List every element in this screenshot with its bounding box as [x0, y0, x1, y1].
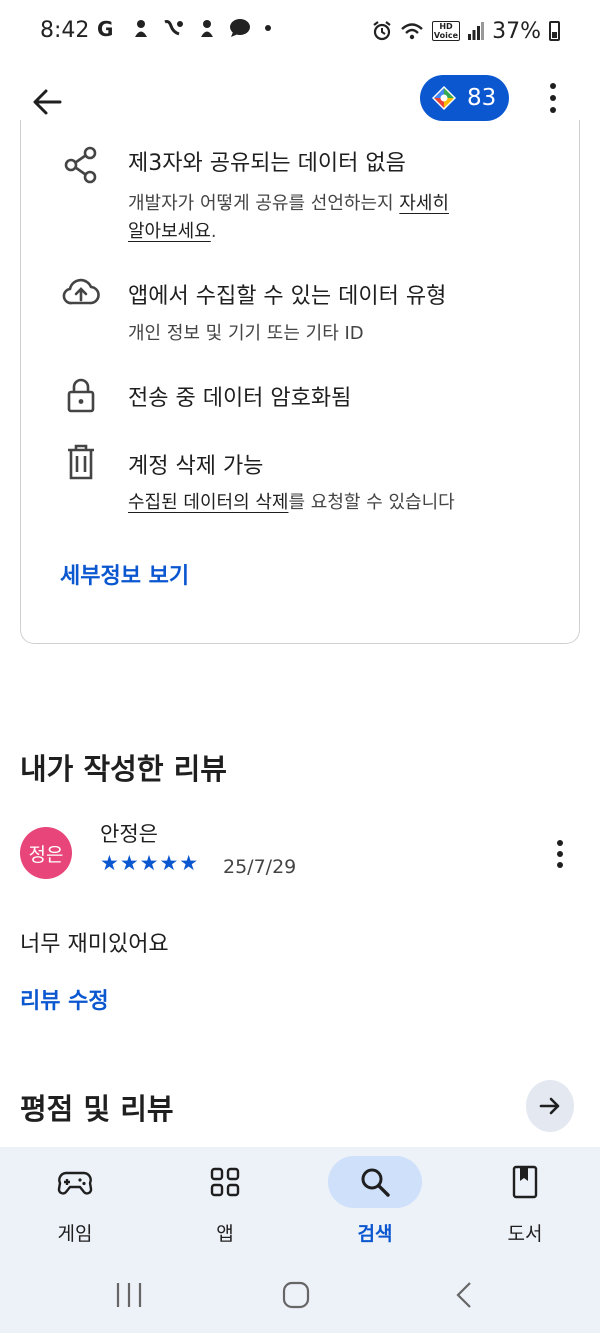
edit-review-link[interactable]: 리뷰 수정: [20, 983, 109, 1015]
notification-icons: G: [97, 17, 272, 41]
my-review-heading: 내가 작성한 리뷰: [20, 752, 227, 786]
row-subtitle: 수집된 데이터의 삭제를 요청할 수 있습니다: [128, 487, 455, 518]
status-time: 8:42: [40, 18, 90, 43]
app-notification-icon: [164, 20, 184, 36]
gamepad-icon: [57, 1171, 93, 1195]
wifi-icon: [401, 23, 423, 40]
row-subtitle-tail: .: [210, 221, 217, 242]
book-icon: [512, 1165, 538, 1199]
play-points-icon: [432, 86, 456, 110]
star-rating: ★★★★★: [100, 851, 200, 875]
row-title: 계정 삭제 가능: [128, 454, 264, 479]
review-more-button[interactable]: [547, 834, 573, 874]
search-icon: [361, 1168, 390, 1197]
row-title: 제3자와 공유되는 데이터 없음: [128, 151, 406, 176]
nav-item-apps[interactable]: 앱: [150, 1147, 300, 1257]
apps-grid-icon: [210, 1167, 240, 1197]
more-vert-icon: [550, 83, 556, 89]
app-notification-icon: [135, 20, 148, 37]
row-subtitle: 개발자가 어떻게 공유를 선언하는지 자세히: [128, 188, 449, 219]
reviewer-name: 안정은: [100, 822, 158, 846]
status-bar: 8:42 G HD Voice 37%: [0, 0, 600, 62]
battery-percent: 37%: [492, 18, 541, 44]
nav-item-search[interactable]: 검색: [300, 1147, 450, 1257]
delete-data-link[interactable]: 수집된 데이터의 삭제: [128, 492, 288, 513]
signal-icon: [468, 22, 485, 40]
battery-icon: [549, 21, 560, 41]
recent-apps-icon[interactable]: [114, 1281, 144, 1309]
more-vert-dot: [550, 107, 556, 113]
arrow-back-icon: [33, 89, 62, 115]
nav-item-games[interactable]: 게임: [0, 1147, 150, 1257]
lock-icon: [67, 378, 95, 413]
nav-label: 게임: [57, 1223, 93, 1245]
system-navigation-bar: [0, 1257, 600, 1333]
review-date: 25/7/29: [223, 856, 297, 878]
row-subtitle-line2: 알아보세요.: [128, 216, 217, 247]
more-vert-dot: [557, 862, 563, 868]
status-right: HD Voice 37%: [372, 16, 560, 46]
chat-notification-icon: [230, 19, 251, 37]
nav-item-books[interactable]: 도서: [450, 1147, 600, 1257]
share-icon: [64, 146, 97, 184]
ratings-reviews-heading: 평점 및 리뷰: [20, 1092, 174, 1126]
hd-voice-icon: HD Voice: [431, 21, 461, 41]
play-points-chip[interactable]: 83: [420, 75, 509, 121]
nav-label: 앱: [216, 1223, 234, 1245]
row-title: 앱에서 수집할 수 있는 데이터 유형: [128, 284, 447, 309]
row-subtitle-text: 개발자가 어떻게 공유를 선언하는지: [128, 193, 400, 214]
nav-label: 검색: [357, 1223, 393, 1245]
row-subtitle: 개인 정보 및 기기 또는 기타 ID: [128, 323, 364, 344]
row-subtitle-tail: 를 요청할 수 있습니다: [288, 492, 455, 513]
more-notifications-dot-icon: [265, 25, 272, 31]
see-details-link[interactable]: 세부정보 보기: [60, 558, 189, 590]
bottom-navigation: 게임 앱 검색 도서: [0, 1147, 600, 1257]
nav-label: 도서: [507, 1223, 543, 1245]
arrow-forward-icon: [539, 1097, 560, 1115]
row-title: 전송 중 데이터 암호화됨: [128, 386, 352, 411]
learn-more-link[interactable]: 자세히: [399, 193, 449, 214]
avatar-text: 정은: [28, 843, 64, 866]
more-vert-dot: [557, 851, 563, 857]
system-back-icon[interactable]: [454, 1281, 474, 1309]
learn-more-link-cont[interactable]: 알아보세요: [128, 221, 211, 242]
more-vert-dot: [550, 95, 556, 101]
cloud-upload-icon: [62, 278, 100, 305]
alarm-icon: [373, 21, 391, 41]
trash-icon: [68, 444, 94, 480]
back-button[interactable]: [26, 80, 70, 124]
more-options-button[interactable]: [540, 76, 566, 120]
google-notification-icon: G: [97, 17, 120, 41]
ratings-reviews-arrow-button[interactable]: [526, 1080, 574, 1132]
points-count: 83: [467, 85, 497, 111]
avatar: 정은: [20, 827, 72, 879]
review-text: 너무 재미있어요: [20, 932, 169, 957]
more-vert-icon: [557, 840, 563, 846]
app-notification-icon: [201, 20, 214, 37]
home-icon[interactable]: [282, 1281, 310, 1309]
